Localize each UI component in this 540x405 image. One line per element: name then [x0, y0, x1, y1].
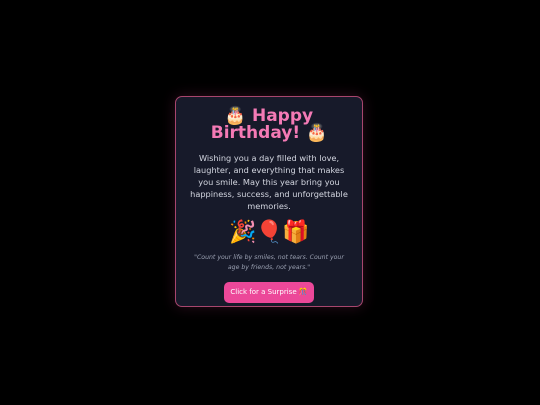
balloon-icon: 🎈	[255, 220, 283, 245]
gift-icon: 🎁	[282, 220, 309, 245]
card-title: 🎂 Happy Birthday! 🎂	[188, 108, 350, 142]
surprise-button[interactable]: Click for a Surprise 🎊	[224, 282, 314, 303]
cake-icon-end: 🎂	[306, 123, 328, 143]
emoji-row: 🎉🎈🎁	[188, 219, 350, 247]
birthday-card: 🎂 Happy Birthday! 🎂 Wishing you a day fi…	[175, 96, 363, 307]
birthday-quote: "Count your life by smiles, not tears. C…	[194, 254, 344, 271]
birthday-message: Wishing you a day filled with love, laug…	[190, 153, 348, 211]
party-popper-icon: 🎉	[229, 220, 256, 245]
page: 🎂 Happy Birthday! 🎂 Wishing you a day fi…	[0, 0, 540, 405]
